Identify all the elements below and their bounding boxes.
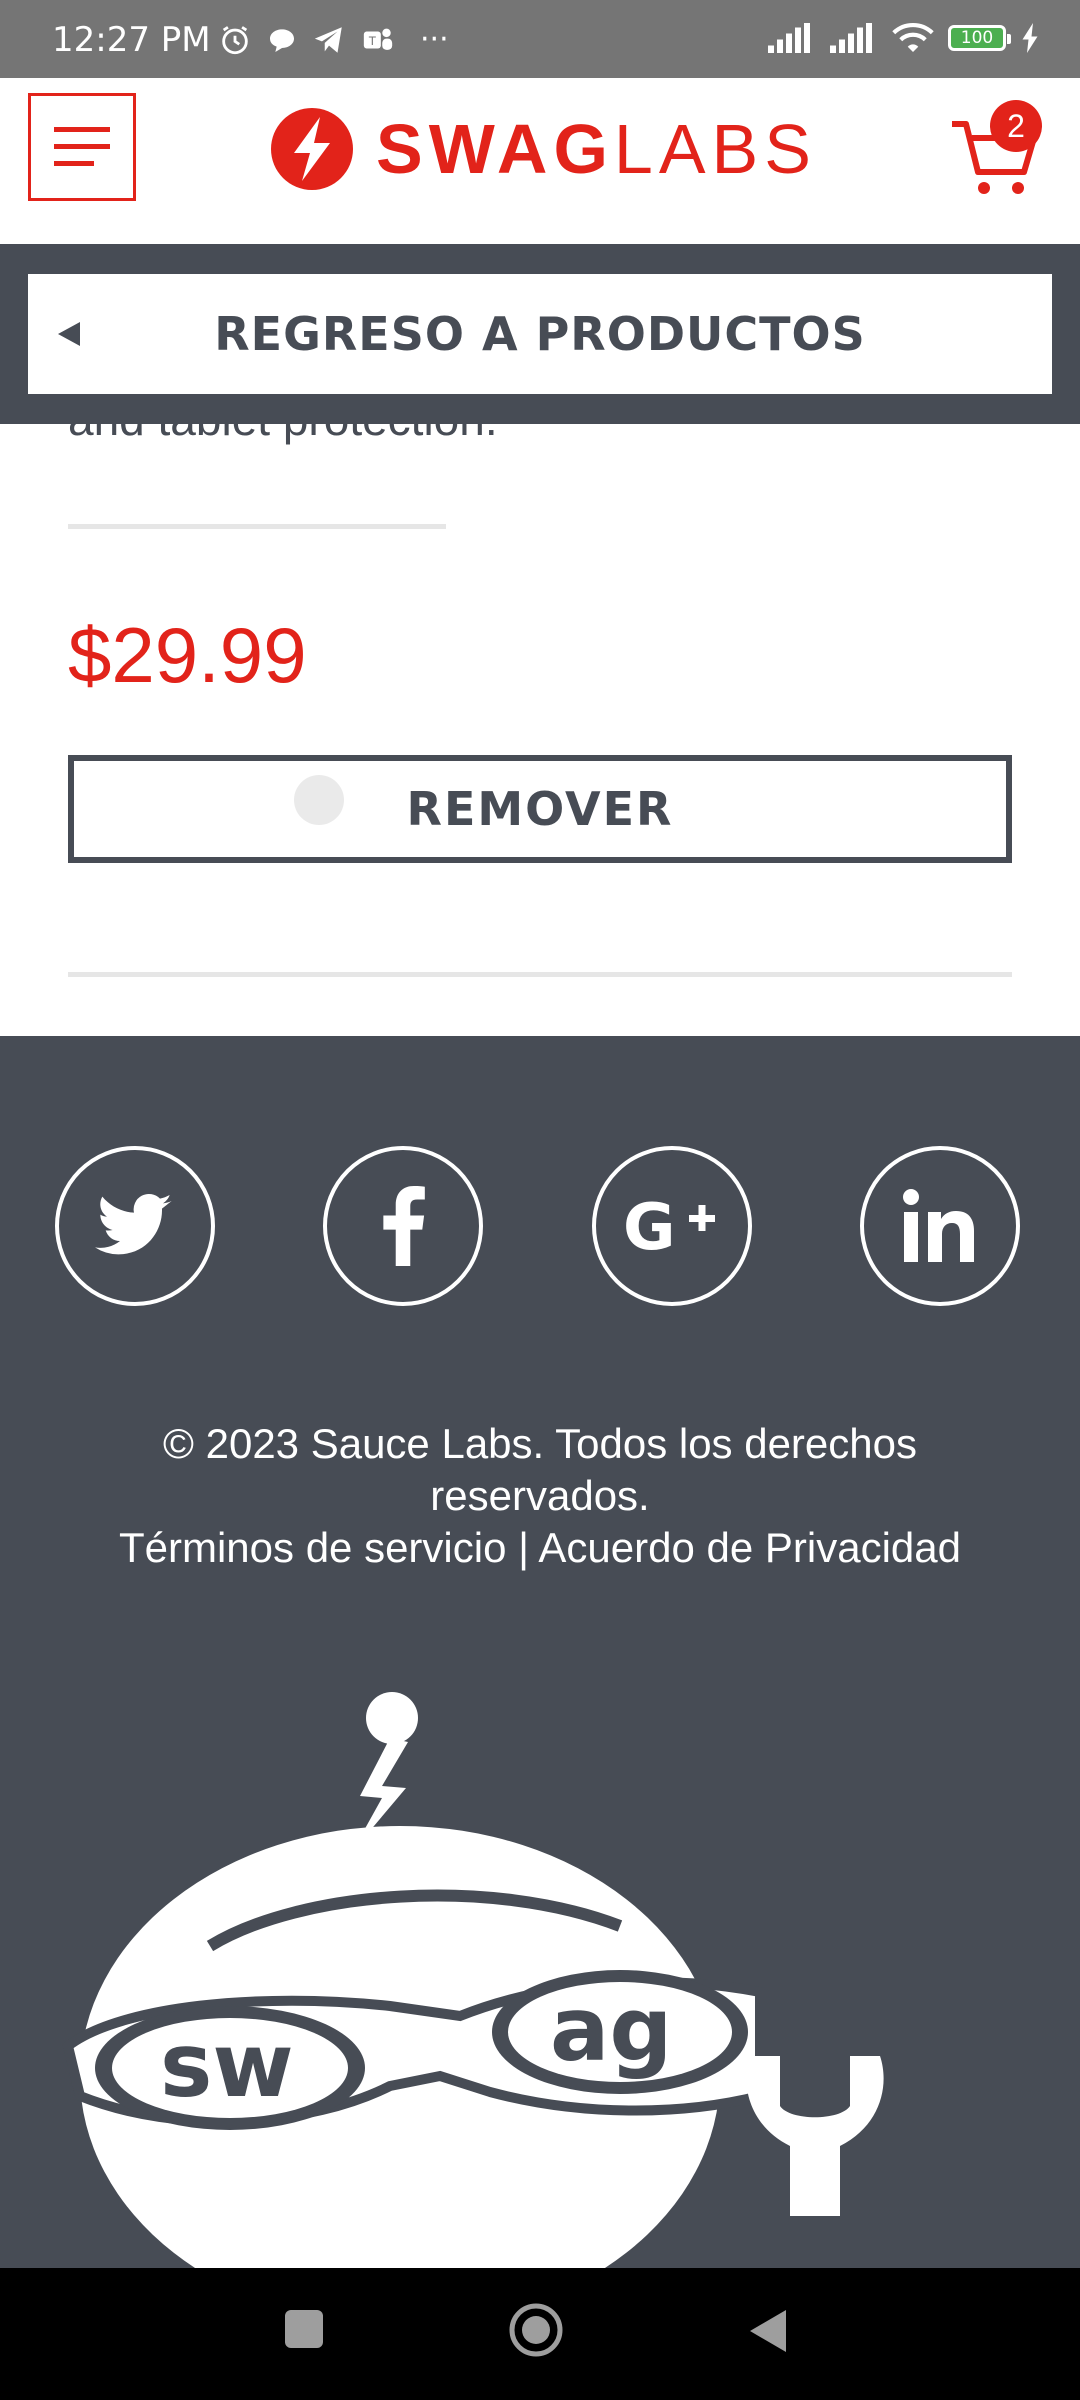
divider [68,972,1012,977]
linkedin-link[interactable] [860,1146,1020,1306]
recents-button-icon[interactable] [283,2308,325,2350]
twitter-icon [95,1193,172,1255]
charging-icon [1022,23,1038,53]
linkedin-icon [903,1189,974,1262]
cart-button[interactable]: 2 [948,100,1048,200]
android-nav-bar [0,2268,1080,2400]
copyright-line-2: reservados. [430,1472,650,1519]
swag-robot-mascot: sw ag [62,1692,884,2268]
status-time: 12:27 PM [52,20,211,60]
telegram-icon [314,26,342,53]
back-to-products-button[interactable]: REGRESO A PRODUCTOS [28,274,1052,394]
signal-icon-2 [830,23,872,53]
mascot-text-left: sw [160,2014,294,2117]
copyright-line-1: © 2023 Sauce Labs. Todos los derechos [162,1420,917,1467]
system-icons: 100 [768,22,1040,54]
facebook-link[interactable] [323,1146,483,1306]
terms-link[interactable]: Términos de servicio [119,1524,506,1571]
logo-text: SWAGLABS [376,110,817,188]
back-bar: REGRESO A PRODUCTOS [0,244,1080,424]
alarm-icon [222,25,248,54]
hamburger-icon [54,127,110,166]
notification-icons: T ··· [218,22,449,57]
signal-icon [768,23,810,53]
teams-icon: T [363,28,393,50]
touch-indicator [294,775,344,825]
product-price: $29.99 [68,611,307,699]
menu-button[interactable] [28,93,136,201]
footer: G © 2023 Sauce Labs. Todos los derechos … [0,1036,1080,2268]
divider [68,524,446,529]
status-bar: 12:27 PM T ··· 100 [0,0,1080,78]
twitter-link[interactable] [55,1146,215,1306]
google-plus-link[interactable]: G [592,1146,752,1306]
svg-text:G: G [623,1191,676,1261]
remove-label: REMOVER [406,782,674,836]
google-plus-icon: G [623,1191,715,1261]
back-arrow-icon [58,322,80,346]
back-button-icon[interactable] [748,2308,788,2354]
back-to-products-label: REGRESO A PRODUCTOS [214,307,866,361]
chat-icon [270,28,294,52]
footer-copyright: © 2023 Sauce Labs. Todos los derechos re… [0,1418,1080,1574]
more-notifications-icon: ··· [420,22,449,57]
battery-icon: 100 [948,25,1011,51]
logo-bolt-icon [271,108,353,190]
privacy-link[interactable]: Acuerdo de Privacidad [538,1524,961,1571]
footer-links: Términos de servicio | Acuerdo de Privac… [0,1522,1080,1574]
svg-text:T: T [368,33,376,47]
footer-separator: | [518,1524,530,1571]
remove-button[interactable]: REMOVER [68,755,1012,863]
wifi-icon [892,22,934,52]
home-button-icon[interactable] [508,2302,564,2358]
mascot-text-right: ag [550,1978,672,2081]
cart-badge: 2 [990,100,1042,152]
app-header: SWAGLABS 2 [0,78,1080,244]
facebook-icon [383,1186,425,1266]
swag-labs-logo: SWAGLABS [270,104,817,194]
